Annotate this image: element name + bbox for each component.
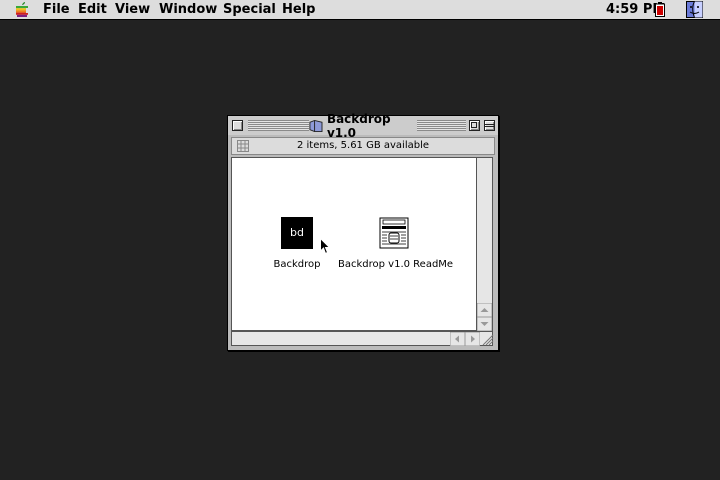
- apple-menu-icon[interactable]: [14, 1, 30, 18]
- document-icon[interactable]: [378, 217, 410, 249]
- scroll-left-arrow-icon[interactable]: [450, 332, 465, 346]
- application-icon[interactable]: bd: [281, 217, 313, 249]
- title-bar-stripes: [417, 120, 466, 131]
- scroll-up-arrow-icon[interactable]: [477, 303, 492, 317]
- file-item-backdrop[interactable]: bd Backdrop: [272, 217, 322, 271]
- scroll-right-arrow-icon[interactable]: [465, 332, 480, 346]
- menu-bar: File Edit View Window Special Help 4:59 …: [0, 0, 720, 20]
- horizontal-scrollbar[interactable]: [231, 331, 493, 346]
- battery-icon[interactable]: [655, 2, 665, 17]
- window-info-bar: 2 items, 5.61 GB available: [231, 137, 495, 155]
- menu-file[interactable]: File: [43, 1, 70, 18]
- zoom-box[interactable]: [469, 120, 480, 131]
- collapse-box[interactable]: [484, 120, 495, 131]
- window-title: Backdrop v1.0: [326, 111, 391, 140]
- window-title-group: Backdrop v1.0: [309, 112, 417, 140]
- menu-help[interactable]: Help: [282, 1, 315, 18]
- finder-icon[interactable]: [686, 1, 703, 18]
- menu-view[interactable]: View: [115, 1, 150, 18]
- menu-special[interactable]: Special: [223, 1, 276, 18]
- file-item-readme[interactable]: Backdrop v1.0 ReadMe: [338, 217, 453, 271]
- mouse-cursor-icon: [320, 238, 330, 255]
- grid-view-icon: [237, 140, 249, 152]
- window-title-bar[interactable]: Backdrop v1.0: [228, 112, 498, 140]
- resize-grip-icon[interactable]: [480, 333, 494, 346]
- disk-folder-icon: [309, 119, 323, 132]
- title-bar-stripes: [248, 120, 310, 131]
- finder-window: Backdrop v1.0 2 items, 5.61 GB available…: [227, 112, 499, 351]
- close-box[interactable]: [232, 120, 243, 131]
- vertical-scrollbar[interactable]: [477, 157, 493, 331]
- items-available-text: 2 items, 5.61 GB available: [296, 140, 430, 151]
- menu-window[interactable]: Window: [159, 1, 217, 18]
- scroll-down-arrow-icon[interactable]: [477, 317, 492, 331]
- menu-edit[interactable]: Edit: [78, 1, 107, 18]
- window-content-area[interactable]: bd Backdrop Backdrop v1.0 ReadMe: [231, 157, 477, 331]
- file-item-label[interactable]: Backdrop v1.0 ReadMe: [338, 259, 453, 270]
- file-item-label[interactable]: Backdrop: [274, 259, 321, 270]
